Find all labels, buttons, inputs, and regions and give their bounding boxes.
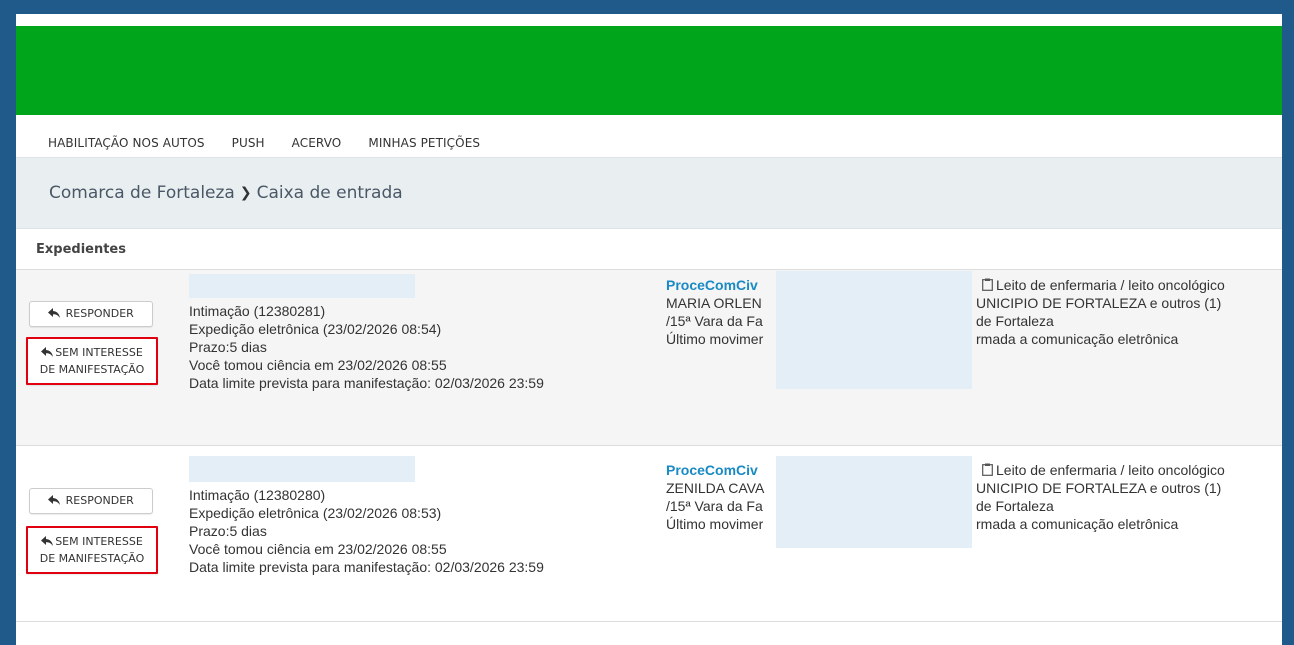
polo-passivo: UNICIPIO DE FORTALEZA e outros (1) xyxy=(976,480,1222,496)
assunto-label: Leito de enfermaria / leito oncológico xyxy=(996,277,1225,293)
expediente-card: RESPONDER SEM INTERESSE DE MANIFESTAÇÃO … xyxy=(16,270,1282,446)
nav-item-minhas-peticoes[interactable]: MINHAS PETIÇÕES xyxy=(368,122,480,150)
respond-button[interactable]: RESPONDER xyxy=(29,301,153,327)
movimento-descricao: rmada a comunicação eletrônica xyxy=(976,331,1179,347)
reply-arrow-icon xyxy=(48,308,61,318)
respond-button[interactable]: RESPONDER xyxy=(29,488,153,514)
expediente-info: Intimação (12380280) Expedição eletrônic… xyxy=(189,486,544,576)
sem-interesse-label-line2: DE MANIFESTAÇÃO xyxy=(39,363,145,376)
breadcrumb: Comarca de Fortaleza ❯ Caixa de entrada xyxy=(16,157,1282,229)
ultimo-movimento: Último movimer xyxy=(666,331,764,347)
processo-info-right: UNICIPIO DE FORTALEZA e outros (1) de Fo… xyxy=(976,294,1221,348)
processo-link[interactable]: ProceComCiv xyxy=(666,461,764,479)
processo-link[interactable]: ProceComCiv xyxy=(666,276,763,294)
party-name: ZENILDA CAVA xyxy=(666,480,765,496)
comarca: de Fortaleza xyxy=(976,498,1054,514)
ciencia-date: Você tomou ciência em 23/02/2026 08:55 xyxy=(189,357,447,373)
reply-arrow-icon xyxy=(41,347,54,357)
sem-interesse-label-line1: SEM INTERESSE xyxy=(55,535,143,548)
breadcrumb-current: Caixa de entrada xyxy=(256,183,403,203)
ciencia-date: Você tomou ciência em 23/02/2026 08:55 xyxy=(189,541,447,557)
main-nav: HABILITAÇÃO NOS AUTOS PUSH ACERVO MINHAS… xyxy=(16,115,1282,157)
sem-interesse-label-line1: SEM INTERESSE xyxy=(55,346,143,359)
section-title: Expedientes xyxy=(16,230,1282,270)
processo-info: ProceComCiv MARIA ORLEN /15ª Vara da Fa … xyxy=(666,276,763,348)
vara-name: /15ª Vara da Fa xyxy=(666,313,763,329)
reply-arrow-icon xyxy=(48,495,61,505)
app-window: HABILITAÇÃO NOS AUTOS PUSH ACERVO MINHAS… xyxy=(16,14,1282,645)
ultimo-movimento: Último movimer xyxy=(666,516,764,532)
assunto-tag: Leito de enfermaria / leito oncológico xyxy=(982,461,1225,479)
data-limite: Data limite prevista para manifestação: … xyxy=(189,559,544,575)
respond-button-label: RESPONDER xyxy=(65,307,134,320)
nav-item-push[interactable]: PUSH xyxy=(232,122,265,150)
data-limite: Data limite prevista para manifestação: … xyxy=(189,375,544,391)
processo-info-right: UNICIPIO DE FORTALEZA e outros (1) de Fo… xyxy=(976,479,1221,533)
intimacao-number: Intimação (12380280) xyxy=(189,487,326,503)
redacted-area xyxy=(189,456,415,482)
expediente-card: RESPONDER SEM INTERESSE DE MANIFESTAÇÃO … xyxy=(16,446,1282,622)
breadcrumb-parent[interactable]: Comarca de Fortaleza xyxy=(49,183,235,203)
nav-item-acervo[interactable]: ACERVO xyxy=(292,122,342,150)
respond-button-label: RESPONDER xyxy=(65,494,134,507)
polo-passivo: UNICIPIO DE FORTALEZA e outros (1) xyxy=(976,295,1222,311)
comarca: de Fortaleza xyxy=(976,313,1054,329)
prazo: Prazo:5 dias xyxy=(189,339,267,355)
top-band xyxy=(16,14,1282,26)
assunto-label: Leito de enfermaria / leito oncológico xyxy=(996,462,1225,478)
nav-item-habilitacao[interactable]: HABILITAÇÃO NOS AUTOS xyxy=(48,122,205,150)
redacted-area xyxy=(776,271,972,389)
chevron-right-icon: ❯ xyxy=(239,185,252,201)
assunto-tag: Leito de enfermaria / leito oncológico xyxy=(982,276,1225,294)
vara-name: /15ª Vara da Fa xyxy=(666,498,763,514)
prazo: Prazo:5 dias xyxy=(189,523,267,539)
processo-info: ProceComCiv ZENILDA CAVA /15ª Vara da Fa… xyxy=(666,461,764,533)
clipboard-icon xyxy=(982,463,993,476)
party-name: MARIA ORLEN xyxy=(666,295,762,311)
header-banner xyxy=(16,26,1282,115)
movimento-descricao: rmada a comunicação eletrônica xyxy=(976,516,1179,532)
expedicao-date: Expedição eletrônica (23/02/2026 08:54) xyxy=(189,321,442,337)
clipboard-icon xyxy=(982,278,993,291)
sem-interesse-button[interactable]: SEM INTERESSE DE MANIFESTAÇÃO xyxy=(26,526,158,574)
expediente-info: Intimação (12380281) Expedição eletrônic… xyxy=(189,302,544,392)
redacted-area xyxy=(776,456,972,548)
sem-interesse-button[interactable]: SEM INTERESSE DE MANIFESTAÇÃO xyxy=(26,337,158,385)
intimacao-number: Intimação (12380281) xyxy=(189,303,326,319)
sem-interesse-label-line2: DE MANIFESTAÇÃO xyxy=(39,552,145,565)
reply-arrow-icon xyxy=(41,536,54,546)
redacted-area xyxy=(189,274,415,298)
expedicao-date: Expedição eletrônica (23/02/2026 08:53) xyxy=(189,505,442,521)
